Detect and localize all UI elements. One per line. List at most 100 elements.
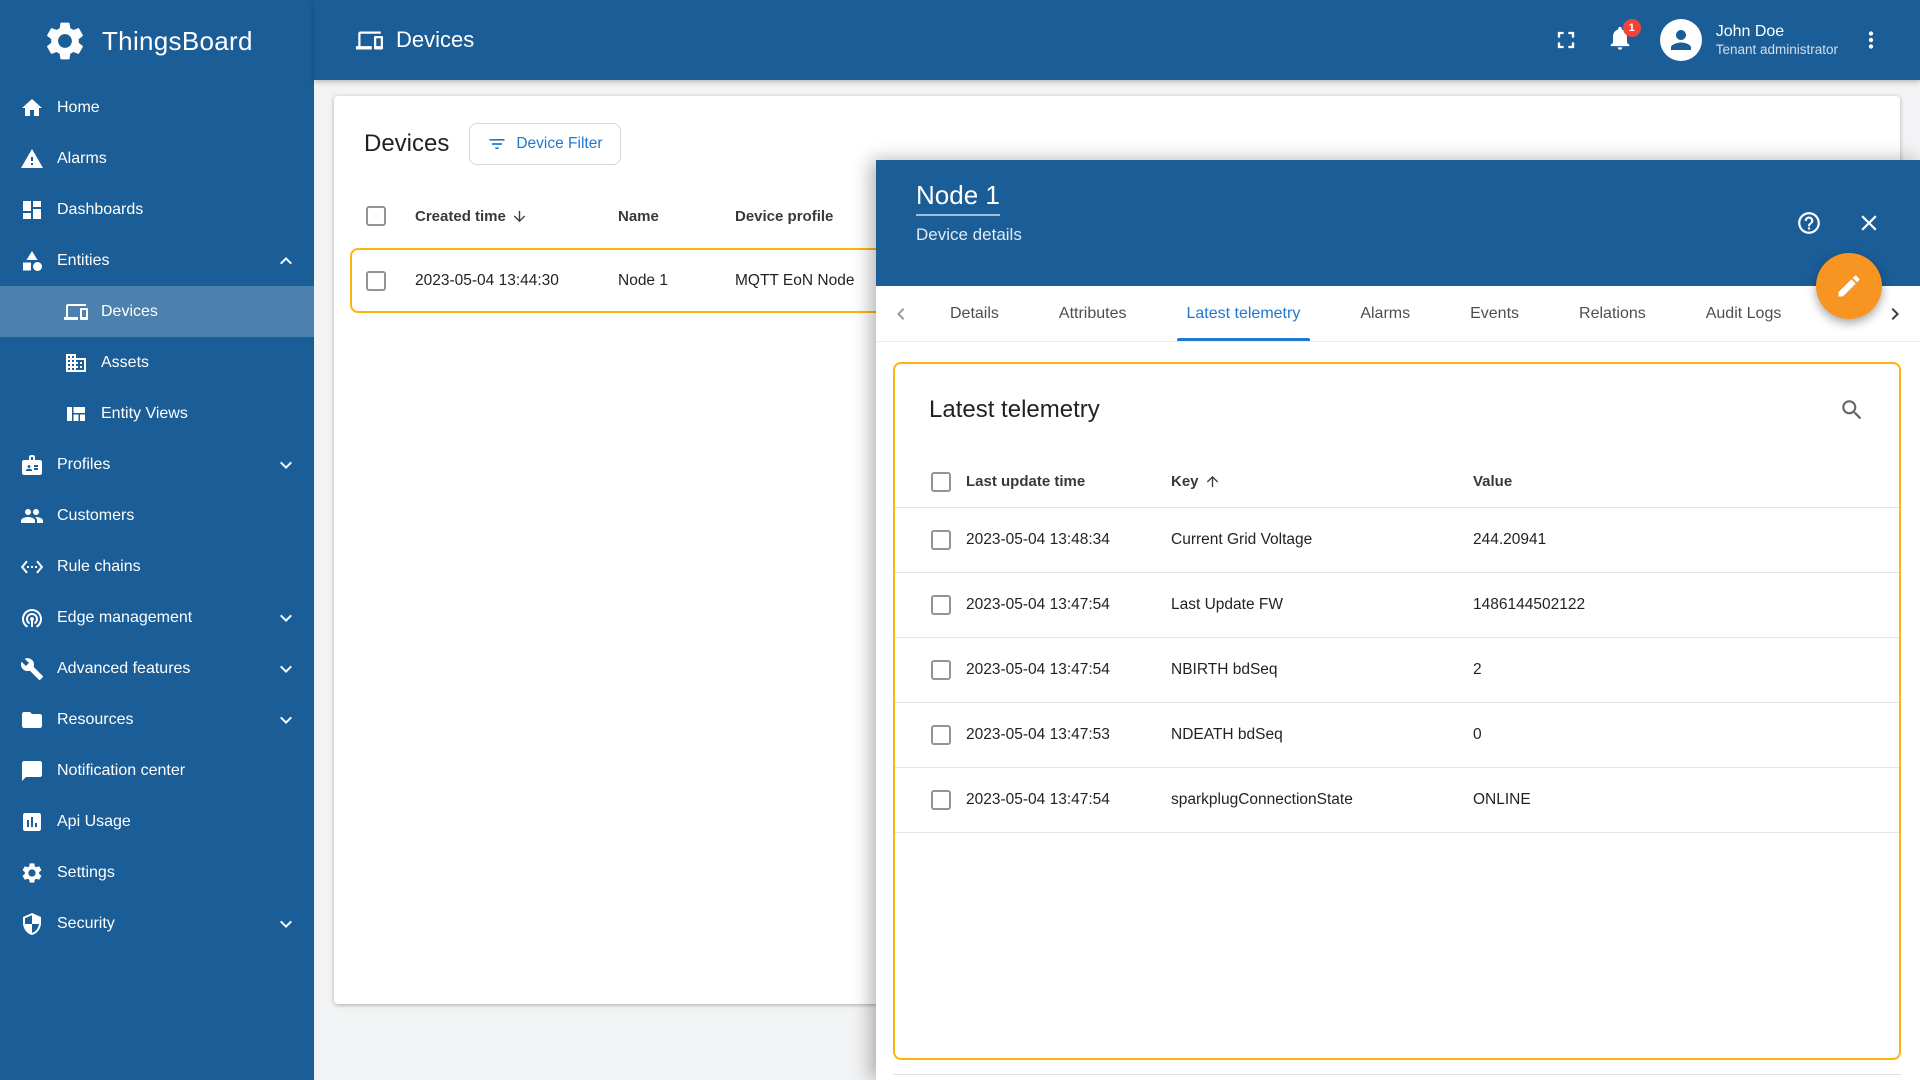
chevron-left-icon [889, 302, 913, 326]
row-checkbox[interactable] [931, 660, 951, 680]
tabs-scroll-right-chevron-icon[interactable] [1876, 286, 1914, 341]
sidebar-item-settings[interactable]: Settings [0, 847, 314, 898]
user-info: John Doe Tenant administrator [1716, 22, 1838, 59]
tab-audit-logs[interactable]: Audit Logs [1676, 286, 1812, 341]
key-cell: NDEATH bdSeq [1171, 726, 1283, 743]
telemetry-row[interactable]: 2023-05-04 13:47:54 NBIRTH bdSeq 2 [895, 638, 1899, 703]
details-panel-header: Node 1 Device details [876, 160, 1920, 286]
created-time-cell: 2023-05-04 13:44:30 [415, 271, 559, 289]
sidebar-item-customers[interactable]: Customers [0, 490, 314, 541]
tab-alarms[interactable]: Alarms [1330, 286, 1440, 341]
row-checkbox[interactable] [931, 790, 951, 810]
tab-details[interactable]: Details [920, 286, 1029, 341]
sidebar-item-advanced-features[interactable]: Advanced features [0, 643, 314, 694]
tab-events[interactable]: Events [1440, 286, 1549, 341]
gear-icon [20, 861, 44, 885]
chart-box-icon [20, 810, 44, 834]
row-checkbox[interactable] [931, 595, 951, 615]
badge-icon [20, 453, 44, 477]
entity-title[interactable]: Node 1 [916, 180, 1000, 216]
devices-icon [356, 27, 383, 54]
telemetry-row[interactable]: 2023-05-04 13:47:54 sparkplugConnectionS… [895, 768, 1899, 833]
kebab-menu-icon[interactable] [1858, 27, 1884, 53]
column-header-key[interactable]: Key [1171, 473, 1473, 490]
home-icon [20, 96, 44, 120]
column-header-created-time[interactable]: Created time [415, 208, 618, 225]
sidebar-item-label: Entities [57, 251, 110, 269]
sidebar-item-label: Dashboards [57, 200, 144, 218]
sidebar-item-label: Api Usage [57, 812, 131, 830]
chevron-down-icon [274, 912, 298, 936]
close-icon[interactable] [1856, 210, 1882, 236]
user-role: Tenant administrator [1715, 41, 1838, 57]
settings-ethernet-icon [20, 555, 44, 579]
sidebar: ThingsBoard Home Alarms Dashboards Entit… [0, 0, 314, 1080]
chevron-right-icon [1883, 302, 1907, 326]
tab-relations[interactable]: Relations [1549, 286, 1676, 341]
column-header-value[interactable]: Value [1473, 473, 1899, 490]
sidebar-item-assets[interactable]: Assets [0, 337, 314, 388]
row-checkbox-cell [895, 725, 966, 745]
sidebar-item-entity-views[interactable]: Entity Views [0, 388, 314, 439]
logo[interactable]: ThingsBoard [0, 0, 314, 82]
key-cell: NBIRTH bdSeq [1171, 661, 1278, 678]
sidebar-item-devices[interactable]: Devices [0, 286, 314, 337]
sidebar-item-label: Security [57, 914, 115, 932]
tabs-scroll-left-chevron-icon[interactable] [882, 286, 920, 341]
sidebar-item-alarms[interactable]: Alarms [0, 133, 314, 184]
row-checkbox[interactable] [931, 725, 951, 745]
column-label: Device profile [735, 207, 834, 225]
select-all-cell [334, 206, 415, 226]
sidebar-item-notification-center[interactable]: Notification center [0, 745, 314, 796]
sort-asc-arrow-icon [1204, 473, 1221, 490]
sidebar-item-dashboards[interactable]: Dashboards [0, 184, 314, 235]
sidebar-item-entities[interactable]: Entities [0, 235, 314, 286]
value-cell: 2 [1473, 661, 1482, 678]
latest-telemetry-card: Latest telemetry Last update time Key Va… [893, 362, 1901, 1060]
help-icon[interactable] [1796, 210, 1822, 236]
sidebar-item-security[interactable]: Security [0, 898, 314, 949]
sidebar-item-home[interactable]: Home [0, 82, 314, 133]
thingsboard-logo-gear-icon [42, 18, 88, 64]
edit-fab-button[interactable] [1816, 253, 1882, 319]
column-header-last-update-time[interactable]: Last update time [966, 473, 1171, 490]
chevron-up-icon [274, 249, 298, 273]
details-tabs: Details Attributes Latest telemetry Alar… [876, 286, 1920, 342]
sidebar-item-rule-chains[interactable]: Rule chains [0, 541, 314, 592]
logo-text: ThingsBoard [102, 25, 253, 56]
row-checkbox[interactable] [931, 530, 951, 550]
select-all-checkbox[interactable] [931, 471, 951, 492]
wifi-tethering-icon [20, 606, 44, 630]
notifications-button[interactable]: 1 [1606, 18, 1641, 57]
sidebar-item-api-usage[interactable]: Api Usage [0, 796, 314, 847]
people-icon [20, 504, 44, 528]
column-label: Created time [415, 207, 506, 225]
tab-latest-telemetry[interactable]: Latest telemetry [1157, 286, 1331, 341]
avatar[interactable] [1659, 19, 1702, 61]
telemetry-row[interactable]: 2023-05-04 13:47:53 NDEATH bdSeq 0 [895, 703, 1899, 768]
search-icon[interactable] [1839, 397, 1865, 423]
row-checkbox[interactable] [366, 270, 386, 291]
sidebar-item-edge-management[interactable]: Edge management [0, 592, 314, 643]
fullscreen-icon[interactable] [1552, 26, 1580, 54]
sidebar-item-label: Home [57, 98, 100, 116]
key-cell: Last Update FW [1171, 596, 1283, 613]
device-filter-button[interactable]: Device Filter [469, 123, 621, 165]
devices-icon [64, 300, 88, 324]
sidebar-item-resources[interactable]: Resources [0, 694, 314, 745]
column-label: Last update time [966, 473, 1086, 490]
tab-attributes[interactable]: Attributes [1029, 286, 1157, 341]
warning-triangle-icon [20, 147, 44, 171]
sidebar-item-label: Advanced features [57, 659, 191, 677]
category-icon [20, 249, 44, 273]
wrench-icon [20, 657, 44, 681]
sidebar-item-profiles[interactable]: Profiles [0, 439, 314, 490]
name-cell: Node 1 [618, 271, 668, 289]
select-all-checkbox[interactable] [366, 206, 386, 226]
telemetry-row[interactable]: 2023-05-04 13:47:54 Last Update FW 14861… [895, 573, 1899, 638]
sidebar-nav: Home Alarms Dashboards Entities Devices [0, 82, 314, 949]
telemetry-row[interactable]: 2023-05-04 13:48:34 Current Grid Voltage… [895, 508, 1899, 573]
row-checkbox-cell [895, 660, 966, 680]
sidebar-item-label: Devices [101, 302, 158, 320]
column-header-name[interactable]: Name [618, 208, 735, 225]
